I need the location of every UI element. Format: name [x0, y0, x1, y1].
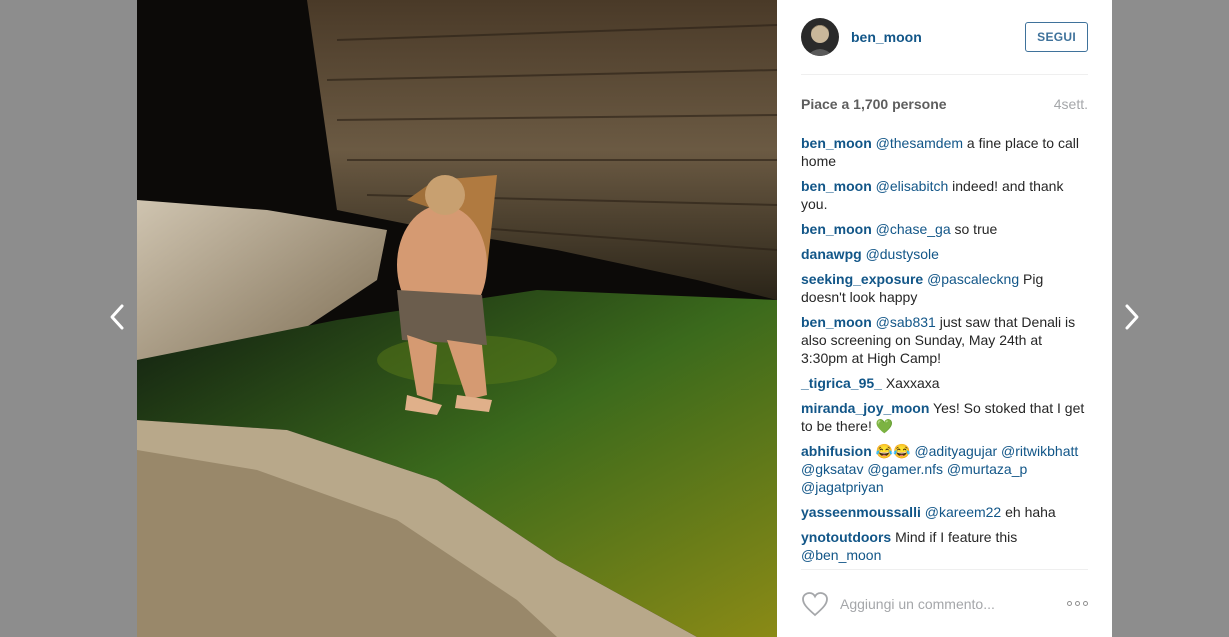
heart-icon — [802, 591, 828, 616]
comment-input[interactable] — [840, 595, 1067, 612]
comment-mention[interactable]: @pascaleckng — [927, 271, 1019, 287]
post-modal: ben_moon SEGUI Piace a 1,700 persone 4se… — [137, 0, 1112, 637]
previous-post-arrow[interactable] — [105, 300, 129, 334]
comment-username[interactable]: ben_moon — [801, 135, 872, 151]
comment-text: Mind if I feature this — [891, 529, 1018, 545]
comment-mention[interactable]: @dustysole — [866, 246, 939, 262]
comment-username[interactable]: seeking_exposure — [801, 271, 923, 287]
comments-list: ben_moon @thesamdem a fine place to call… — [801, 131, 1088, 564]
comment-mention[interactable]: @sab831 — [876, 314, 936, 330]
comment-item: ben_moon @chase_ga so true — [801, 220, 1088, 238]
comment-username[interactable]: miranda_joy_moon — [801, 400, 929, 416]
dot — [1067, 601, 1072, 606]
comment-item: ben_moon @thesamdem a fine place to call… — [801, 134, 1088, 170]
comment-item: yasseenmoussalli @kareem22 eh haha — [801, 503, 1088, 521]
comment-mention[interactable]: @elisabitch — [876, 178, 949, 194]
post-meta: Piace a 1,700 persone 4sett. — [801, 75, 1088, 131]
comment-text: Xaxxaxa — [881, 375, 940, 391]
comment-username[interactable]: ben_moon — [801, 178, 872, 194]
comment-username[interactable]: yasseenmoussalli — [801, 504, 921, 520]
comment-item: ben_moon @elisabitch indeed! and thank y… — [801, 177, 1088, 213]
post-header: ben_moon SEGUI — [801, 0, 1088, 75]
next-post-arrow[interactable] — [1120, 300, 1144, 334]
comment-item: seeking_exposure @pascaleckng Pig doesn'… — [801, 270, 1088, 306]
post-photo — [137, 0, 777, 637]
like-button[interactable] — [801, 591, 829, 617]
comment-mention[interactable]: @chase_ga — [876, 221, 951, 237]
comment-item: ben_moon @sab831 just saw that Denali is… — [801, 313, 1088, 367]
comment-item: abhifusion 😂😂 @adityagujar @ritwikbhatt … — [801, 442, 1088, 496]
comment-mention[interactable]: @kareem22 — [925, 504, 1001, 520]
comment-item: danawpg @dustysole — [801, 245, 1088, 263]
comment-mention[interactable]: @thesamdem — [876, 135, 963, 151]
post-username[interactable]: ben_moon — [851, 29, 1025, 45]
more-options-icon[interactable] — [1067, 601, 1088, 606]
comment-username[interactable]: ben_moon — [801, 221, 872, 237]
post-time[interactable]: 4sett. — [1054, 96, 1088, 112]
comment-mention[interactable]: @ben_moon — [801, 547, 881, 563]
comment-username[interactable]: _tigrica_95_ — [801, 375, 882, 391]
chevron-right-icon — [1125, 304, 1139, 330]
comment-item: miranda_joy_moon Yes! So stoked that I g… — [801, 399, 1088, 435]
avatar-image — [801, 18, 839, 56]
follow-button[interactable]: SEGUI — [1025, 22, 1088, 52]
comment-item: ynotoutdoors Mind if I feature this @ben… — [801, 528, 1088, 564]
post-sidebar: ben_moon SEGUI Piace a 1,700 persone 4se… — [777, 0, 1112, 637]
comment-username[interactable]: abhifusion — [801, 443, 872, 459]
comment-text: 😂😂 — [871, 443, 915, 459]
comment-footer — [801, 569, 1088, 637]
comment-text: so true — [950, 221, 998, 237]
likes-count[interactable]: Piace a 1,700 persone — [801, 96, 947, 112]
comment-item: _tigrica_95_ Xaxxaxa — [801, 374, 1088, 392]
comment-username[interactable]: ynotoutdoors — [801, 529, 891, 545]
dot — [1083, 601, 1088, 606]
comment-text: eh haha — [1001, 504, 1056, 520]
comment-username[interactable]: ben_moon — [801, 314, 872, 330]
photo-image — [137, 0, 777, 637]
dot — [1075, 601, 1080, 606]
avatar[interactable] — [801, 18, 839, 56]
chevron-left-icon — [110, 304, 124, 330]
comment-username[interactable]: danawpg — [801, 246, 862, 262]
